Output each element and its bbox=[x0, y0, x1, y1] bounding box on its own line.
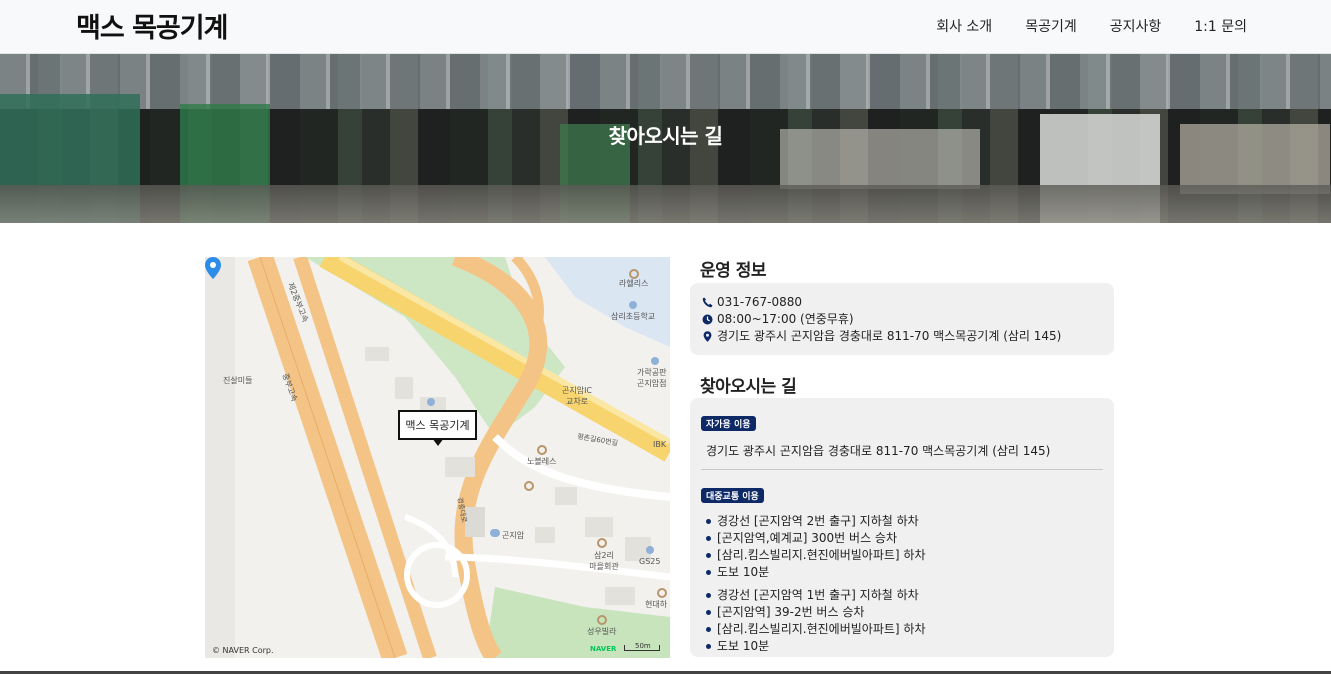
map-place-label: 현대하 bbox=[645, 600, 668, 609]
phone-icon bbox=[702, 297, 713, 308]
map-place-label: IBK bbox=[653, 440, 667, 449]
transit-route-2: 경강선 [곤지암역 1번 출구] 지하철 하차 [곤지암역] 39-2번 버스 … bbox=[706, 587, 1103, 655]
nav-item-company[interactable]: 회사 소개 bbox=[936, 16, 992, 36]
map-place-label: 삼리초등학교 bbox=[611, 312, 656, 321]
route-step: [삼리.킴스빌리지.현진에버빌아파트] 하차 bbox=[706, 547, 1103, 564]
operation-title: 운영 정보 bbox=[700, 261, 766, 281]
map-place-label: 노블레스 bbox=[527, 457, 557, 466]
main-nav: 회사 소개 목공기계 공지사항 1:1 문의 bbox=[936, 16, 1247, 36]
hero-bg-floor bbox=[0, 185, 1331, 223]
map-copyright: © NAVER Corp. bbox=[212, 646, 274, 655]
transit-route-1: 경강선 [곤지암역 2번 출구] 지하철 하차 [곤지암역,예계교] 300번 … bbox=[706, 513, 1103, 581]
operation-card: 031-767-0880 08:00~17:00 (연중무휴) 경기도 광주시 … bbox=[690, 283, 1114, 355]
map-place-label: 삼2리 마을회관 bbox=[589, 551, 619, 571]
route-step: [삼리.킴스빌리지.현진에버빌아파트] 하차 bbox=[706, 621, 1103, 638]
business-hours: 08:00~17:00 (연중무휴) bbox=[717, 312, 854, 326]
directions-card: 자가용 이용 경기도 광주시 곤지암읍 경충대로 811-70 맥스목공기계 (… bbox=[690, 398, 1114, 657]
map-place-label: GS25 bbox=[639, 557, 661, 566]
directions-divider bbox=[701, 469, 1103, 470]
map-scale-bar bbox=[624, 645, 660, 651]
car-address: 경기도 광주시 곤지암읍 경충대로 811-70 맥스목공기계 (삼리 145) bbox=[706, 444, 1051, 458]
nav-item-machines[interactable]: 목공기계 bbox=[1025, 16, 1077, 36]
map-marker-label[interactable]: 맥스 목공기계 bbox=[398, 410, 477, 446]
phone-number[interactable]: 031-767-0880 bbox=[717, 294, 802, 311]
car-badge: 자가용 이용 bbox=[701, 416, 756, 431]
directions-title: 찾아오시는 길 bbox=[700, 377, 797, 397]
hours-row: 08:00~17:00 (연중무휴) bbox=[702, 311, 1102, 328]
map-place-label: 성우빌라 bbox=[587, 627, 617, 636]
site-logo[interactable]: 맥스 목공기계 bbox=[76, 6, 228, 45]
route-step: 도보 10분 bbox=[706, 638, 1103, 655]
route-step: [곤지암역] 39-2번 버스 승차 bbox=[706, 604, 1103, 621]
clock-icon bbox=[702, 314, 713, 325]
location-map[interactable]: 제2중부고속 중부고속 라헬리스 삼리초등학교 진살미들 곤지암IC 교차로 가… bbox=[205, 257, 670, 658]
nav-item-inquiry[interactable]: 1:1 문의 bbox=[1194, 16, 1247, 36]
map-place-label: 곤지암 bbox=[502, 531, 525, 540]
map-place-label: 진살미들 bbox=[223, 376, 253, 385]
map-pin-icon[interactable] bbox=[205, 257, 221, 279]
map-canvas bbox=[205, 257, 670, 658]
hero-bg-ceiling bbox=[0, 54, 1331, 109]
hero-title: 찾아오시는 길 bbox=[608, 124, 723, 148]
nav-item-notice[interactable]: 공지사항 bbox=[1110, 16, 1162, 36]
transit-badge: 대중교통 이용 bbox=[701, 488, 764, 503]
address-text: 경기도 광주시 곤지암읍 경충대로 811-70 맥스목공기계 (삼리 145) bbox=[717, 329, 1062, 343]
route-step: 경강선 [곤지암역 1번 출구] 지하철 하차 bbox=[706, 587, 1103, 604]
route-step: 도보 10분 bbox=[706, 564, 1103, 581]
phone-row: 031-767-0880 bbox=[702, 294, 1102, 311]
map-place-label: 가락공판 곤지암점 bbox=[637, 368, 667, 388]
location-pin-icon bbox=[702, 331, 713, 342]
hero-banner: 찾아오시는 길 bbox=[0, 54, 1331, 223]
route-step: 경강선 [곤지암역 2번 출구] 지하철 하차 bbox=[706, 513, 1103, 530]
site-header: 맥스 목공기계 회사 소개 목공기계 공지사항 1:1 문의 bbox=[0, 0, 1331, 54]
naver-logo[interactable]: NAVER bbox=[590, 645, 616, 653]
map-place-label: 곤지암IC 교차로 bbox=[561, 386, 593, 406]
address-row: 경기도 광주시 곤지암읍 경충대로 811-70 맥스목공기계 (삼리 145) bbox=[702, 328, 1102, 345]
map-place-label: 라헬리스 bbox=[619, 279, 649, 288]
route-step: [곤지암역,예계교] 300번 버스 승차 bbox=[706, 530, 1103, 547]
